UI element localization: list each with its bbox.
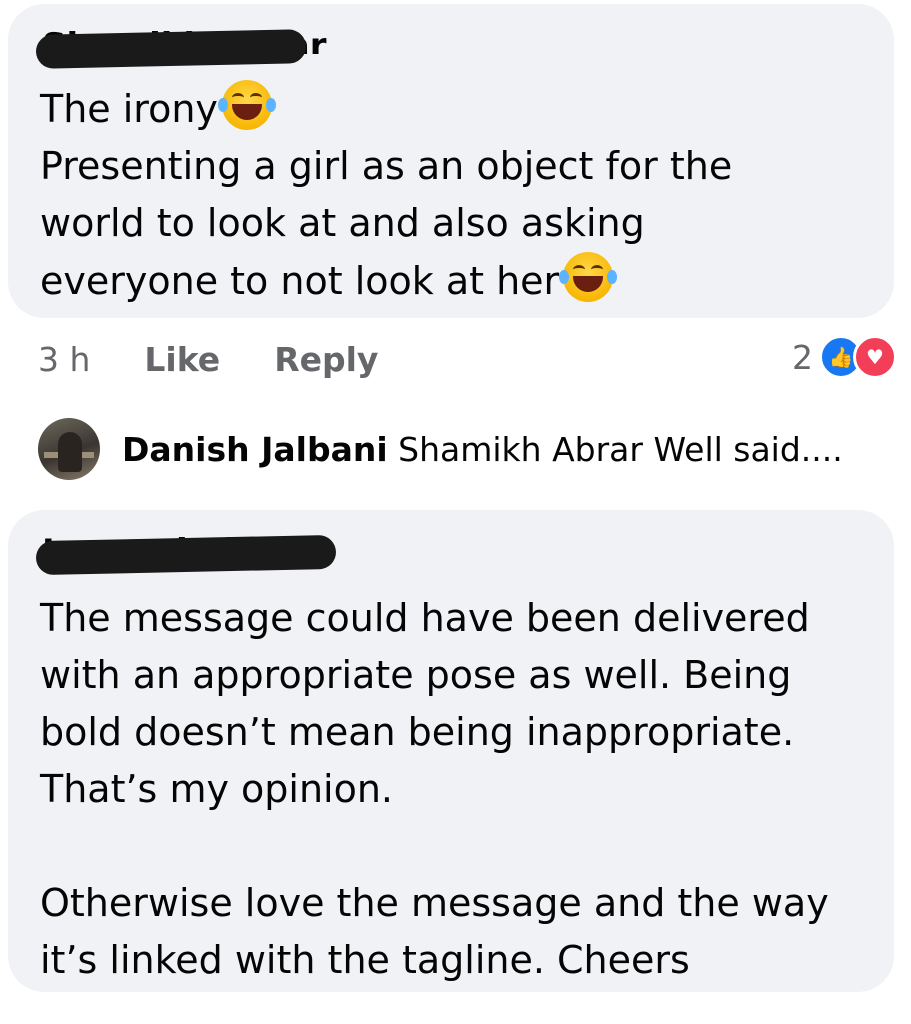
comment-body: The message could have been delivered wi… <box>40 596 829 982</box>
redaction-scribble <box>35 534 337 576</box>
comment-bubble: Shamikh Abrar The irony Presenting a gir… <box>8 4 894 318</box>
reply-preview[interactable]: Shamikh Abrar Well said.... <box>398 430 843 469</box>
reply-author[interactable]: Danish Jalbani <box>122 430 388 469</box>
reaction-summary[interactable]: 2 👍 ♥ <box>792 335 897 379</box>
reply-text: Danish Jalbani Shamikh Abrar Well said..… <box>122 430 843 469</box>
comment-bubble: Jawwad Sheikh The message could have bee… <box>8 510 894 992</box>
comment-text: The irony Presenting a girl as an object… <box>40 80 860 310</box>
comment-first-line: The irony <box>40 87 218 131</box>
comment-actions: 3 h Like Reply <box>38 340 378 379</box>
like-button[interactable]: Like <box>144 340 220 379</box>
avatar[interactable] <box>38 418 100 480</box>
reply-button[interactable]: Reply <box>274 340 378 379</box>
reply-item[interactable]: Danish Jalbani Shamikh Abrar Well said..… <box>38 418 843 480</box>
laughing-emoji-icon <box>217 80 276 130</box>
comment-timestamp[interactable]: 3 h <box>38 340 90 379</box>
redaction-scribble <box>35 29 307 69</box>
comment-body: Presenting a girl as an object for the w… <box>40 144 733 303</box>
laughing-emoji-icon <box>559 252 618 302</box>
love-reaction-icon: ♥ <box>853 335 897 379</box>
reaction-count: 2 <box>792 337 813 377</box>
